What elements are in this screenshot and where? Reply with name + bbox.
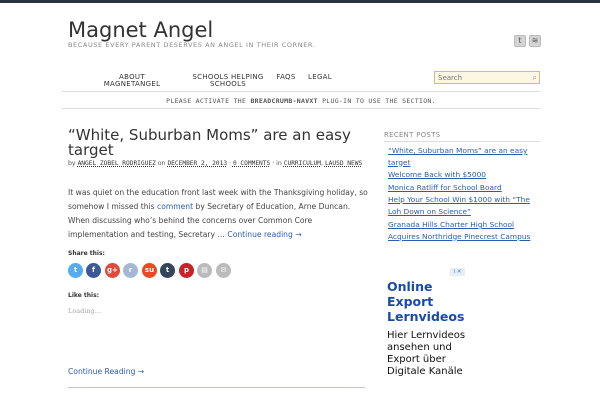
- continue-reading-link[interactable]: Continue Reading →: [68, 367, 144, 376]
- google-plus-share-button[interactable]: g+: [105, 263, 120, 278]
- twitter-share-button[interactable]: t: [68, 263, 83, 278]
- breadcrumb-notice: PLEASE ACTIVATE THE BREADCRUMB-NAVXT PLU…: [166, 97, 436, 105]
- stumbleupon-share-button[interactable]: su: [142, 263, 157, 278]
- pinterest-share-button[interactable]: p: [179, 263, 194, 278]
- recent-post-link[interactable]: Welcome Back with $5000: [388, 169, 538, 181]
- reddit-share-button[interactable]: r: [123, 263, 138, 278]
- post-excerpt: It was quiet on the education front last…: [68, 188, 368, 239]
- print-share-button[interactable]: ▤: [197, 263, 212, 278]
- nav-divider: [62, 91, 540, 92]
- tumblr-share-button[interactable]: t: [160, 263, 175, 278]
- nav-item-schools-helping-schools[interactable]: Schools Helping Schools: [190, 74, 266, 88]
- category-link-curriculum[interactable]: Curriculum: [284, 160, 321, 167]
- share-label: Share this:: [68, 250, 105, 257]
- like-label: Like this:: [68, 292, 100, 299]
- facebook-share-button[interactable]: f: [86, 263, 101, 278]
- nav-item-faqs[interactable]: FAQs: [272, 74, 300, 81]
- notice-divider: [62, 108, 540, 109]
- post-meta: by Angel Zobel Rodriguez on December 2, …: [68, 160, 363, 167]
- recent-post-link[interactable]: Monica Ratliff for School Board: [388, 182, 538, 194]
- rss-icon[interactable]: ≋: [529, 35, 541, 47]
- search-input[interactable]: [438, 72, 526, 83]
- post-date: December 2, 2013: [167, 160, 228, 167]
- top-bar: [0, 0, 600, 3]
- post-divider: [68, 387, 365, 388]
- like-loading-text: Loading...: [68, 307, 101, 315]
- search-icon[interactable]: ⌕: [533, 73, 537, 82]
- post-title[interactable]: “White, Suburban Moms” are an easy targe…: [68, 128, 368, 158]
- recent-post-link[interactable]: “White, Suburban Moms” are an easy targe…: [388, 145, 538, 168]
- continue-reading-inline-link[interactable]: Continue reading →: [227, 230, 301, 239]
- nav-item-about[interactable]: About MagnetAngel: [102, 74, 162, 88]
- search-box: ⌕: [434, 71, 540, 84]
- twitter-icon[interactable]: t: [514, 35, 526, 47]
- sidebar-divider: [384, 141, 540, 142]
- nav-item-legal[interactable]: Legal: [306, 74, 334, 81]
- recent-post-link[interactable]: Help Your School Win $1000 with “The Loh…: [388, 194, 538, 217]
- post-author-link[interactable]: Angel Zobel Rodriguez: [78, 160, 156, 167]
- recent-post-link[interactable]: Granada Hills Charter High School Acquir…: [388, 219, 538, 242]
- comment-link[interactable]: comment: [157, 202, 193, 211]
- email-share-button[interactable]: ✉: [216, 263, 231, 278]
- recent-posts-heading: Recent Posts: [384, 131, 441, 139]
- ad-headline[interactable]: Online Export Lernvideos: [387, 279, 467, 324]
- site-title[interactable]: Magnet Angel: [68, 18, 213, 42]
- ad-choices-icon[interactable]: i ✕: [450, 268, 465, 276]
- post-comments-link[interactable]: 0 Comments: [233, 160, 270, 167]
- site-tagline: Because every parent deserves an angel i…: [68, 41, 316, 49]
- category-link-lausd-news[interactable]: LAUSD News: [325, 160, 362, 167]
- ad-body[interactable]: Hier Lernvideos ansehen und Export über …: [387, 330, 467, 378]
